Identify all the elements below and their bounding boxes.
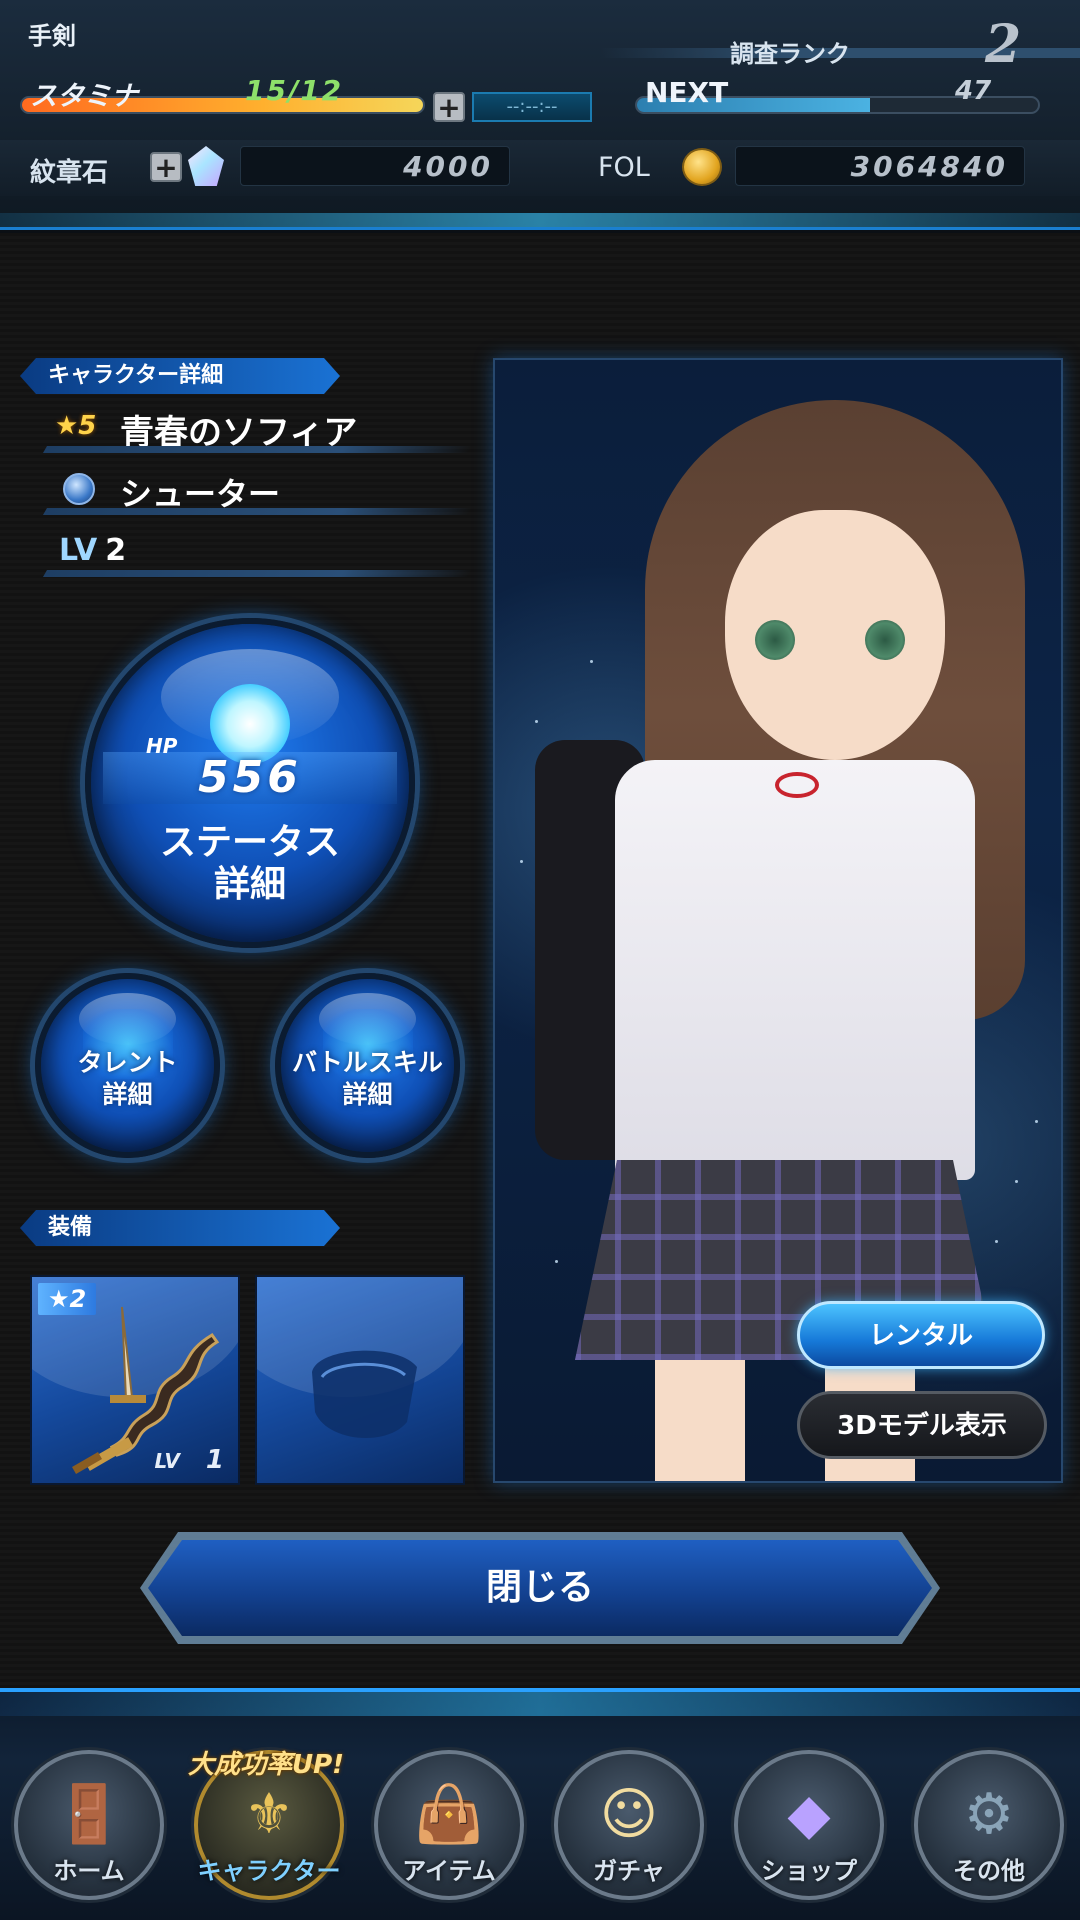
character-leg — [655, 1360, 745, 1481]
nav-item-label: アイテム — [402, 1857, 496, 1885]
next-value: 47 — [955, 76, 992, 106]
character-class-row: シューター — [45, 465, 460, 515]
player-name: 手剣 — [28, 22, 76, 50]
sparkle — [590, 660, 593, 663]
sparkle — [555, 1260, 558, 1263]
nav-character-label: キャラクター — [197, 1857, 341, 1885]
status-detail-label: ステータス 詳細 — [91, 822, 409, 906]
character-name-row: ★5 青春のソフィア — [45, 403, 460, 453]
accessory-slot[interactable] — [255, 1275, 465, 1485]
nav-shop-label: ショップ — [761, 1857, 857, 1885]
gold-coin-icon — [682, 148, 722, 186]
nav-item[interactable]: 👜 アイテム — [374, 1750, 524, 1900]
crest-stone-buy-button[interactable]: + — [150, 152, 182, 182]
talent-label-line1: タレント — [77, 1048, 178, 1077]
bottom-nav: 🚪 ホーム ⚜ キャラクター 大成功率UP! 👜 アイテム ☺ ガチャ ◆ ショ… — [0, 1688, 1080, 1920]
status-detail-label-line1: ステータス — [159, 822, 340, 863]
nav-home-label: ホーム — [53, 1857, 125, 1885]
crest-stone-value: 4000 — [240, 146, 510, 186]
rank-label: 調査ランク — [730, 40, 850, 68]
talent-detail-label: タレント 詳細 — [41, 1047, 214, 1111]
sparkle — [535, 720, 538, 723]
fol-label: FOL — [598, 152, 650, 183]
gacha-icon: ☺ — [599, 1782, 659, 1847]
weapon-level-value: 1 — [205, 1445, 224, 1475]
level-value: 2 — [105, 533, 127, 568]
nav-gacha-label: ガチャ — [593, 1857, 665, 1885]
character-eye — [865, 620, 905, 660]
nav-home[interactable]: 🚪 ホーム — [14, 1750, 164, 1900]
battle-skill-label-line2: 詳細 — [342, 1080, 393, 1109]
nav-other-label: その他 — [953, 1857, 1025, 1885]
rarity-star-icon: ★5 — [55, 411, 97, 441]
character-shirt — [615, 760, 975, 1180]
top-status-bar: 手剣 調査ランク 2 スタミナ 15/12 + --:--:-- NEXT 47… — [0, 0, 1080, 230]
character-level-row: LV 2 — [45, 527, 460, 577]
rental-button[interactable]: レンタル — [797, 1301, 1045, 1369]
sparkle — [1015, 1180, 1018, 1183]
weapon-level: LV 1 — [154, 1445, 224, 1475]
character-ribbon — [775, 772, 819, 798]
crest-stone-icon — [188, 146, 224, 186]
stamina-timer: --:--:-- — [472, 92, 592, 122]
battle-skill-label-line1: バトルスキル — [292, 1048, 443, 1077]
nav-gacha[interactable]: ☺ ガチャ — [554, 1750, 704, 1900]
crystal-icon: ◆ — [787, 1782, 831, 1847]
gear-icon: ⚙ — [963, 1782, 1015, 1847]
battle-skill-detail-button[interactable]: バトルスキル 詳細 — [275, 973, 460, 1158]
stamina-recover-button[interactable]: + — [433, 92, 465, 122]
stamina-value: 15/12 — [245, 74, 344, 107]
next-label: NEXT — [645, 76, 729, 109]
bag-icon: 👜 — [414, 1782, 484, 1847]
close-button[interactable]: 閉じる — [148, 1540, 932, 1636]
sparkle — [1035, 1120, 1038, 1123]
talent-detail-button[interactable]: タレント 詳細 — [35, 973, 220, 1158]
sparkle — [520, 860, 523, 863]
character-icon: ⚜ — [243, 1782, 295, 1847]
battle-skill-detail-label: バトルスキル 詳細 — [281, 1047, 454, 1111]
character-detail-panel: キャラクター詳細 ★5 青春のソフィア シューター LV 2 HP 556 ステー… — [0, 233, 1080, 1688]
status-detail-button[interactable]: HP 556 ステータス 詳細 — [85, 618, 415, 948]
talent-label-line2: 詳細 — [102, 1080, 153, 1109]
character-class: シューター — [120, 475, 281, 513]
fol-value: 3064840 — [735, 146, 1025, 186]
equipment-header: 装備 — [20, 1210, 340, 1246]
sparkle — [995, 1240, 998, 1243]
character-face — [725, 510, 945, 760]
weapon-slot[interactable]: ★2 LV 1 — [30, 1275, 240, 1485]
character-level: LV 2 — [59, 533, 126, 568]
promo-badge: 大成功率UP! — [188, 1750, 345, 1780]
crest-stone-label: 紋章石 — [30, 158, 109, 188]
door-icon: 🚪 — [54, 1782, 124, 1847]
3d-model-button[interactable]: 3Dモデル表示 — [797, 1391, 1047, 1459]
shooter-class-icon — [63, 473, 95, 505]
stamina-label: スタミナ — [30, 81, 138, 112]
status-detail-label-line2: 詳細 — [213, 864, 286, 905]
level-label: LV — [59, 533, 98, 568]
hp-value: 556 — [198, 752, 302, 803]
currency-row: 紋章石 + 4000 FOL 3064840 — [0, 140, 1080, 196]
nav-shop[interactable]: ◆ ショップ — [734, 1750, 884, 1900]
character-detail-header: キャラクター詳細 — [20, 358, 340, 394]
rank-value: 2 — [985, 14, 1022, 75]
bracelet-icon — [312, 1350, 417, 1439]
character-eye — [755, 620, 795, 660]
nav-other[interactable]: ⚙ その他 — [914, 1750, 1064, 1900]
character-name: 青春のソフィア — [120, 413, 358, 453]
weapon-level-label: LV — [154, 1449, 180, 1473]
